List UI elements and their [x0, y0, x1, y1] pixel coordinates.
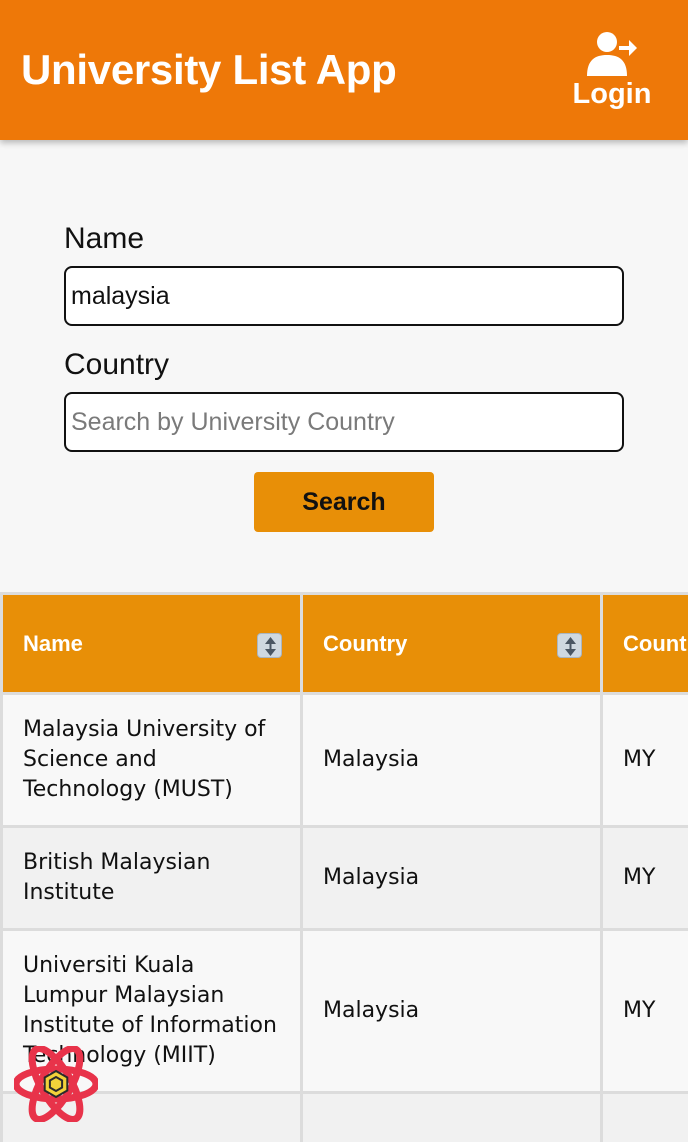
column-header-label: Country — [323, 630, 408, 656]
sort-up-down-icon[interactable] — [257, 633, 282, 658]
column-header-label: Name — [23, 630, 83, 656]
cell-university-name: Malaysia University of Science and Techn… — [0, 692, 303, 828]
app-header: University List App Login — [0, 0, 688, 140]
react-devtools-icon[interactable] — [14, 1046, 98, 1122]
table-row — [0, 1091, 688, 1142]
column-header-label: Country Code — [623, 630, 688, 656]
cell-country: Malaysia — [300, 825, 603, 931]
cell-country — [300, 1091, 603, 1142]
university-table: Name Country Count Malaysia University o… — [0, 592, 688, 1142]
table-row: Universiti Kuala Lumpur Malaysian Instit… — [0, 928, 688, 1094]
table-row: British Malaysian Institute Malaysia MY — [0, 825, 688, 931]
name-field-label: Name — [64, 222, 145, 255]
cell-university-name: British Malaysian Institute — [0, 825, 303, 931]
country-field-label: Country — [64, 348, 170, 381]
login-button[interactable]: Login — [566, 28, 658, 118]
cell-country-code — [600, 1091, 688, 1142]
name-search-input[interactable] — [64, 266, 624, 326]
column-header-country[interactable]: Country — [300, 592, 603, 695]
column-header-country-code[interactable]: Country Code — [600, 592, 688, 695]
column-header-name[interactable]: Name — [0, 592, 303, 695]
sort-up-down-icon[interactable] — [557, 633, 582, 658]
cell-country-code: MY — [600, 692, 688, 828]
country-search-input[interactable] — [64, 392, 624, 452]
cell-country: Malaysia — [300, 692, 603, 828]
search-button[interactable]: Search — [254, 472, 434, 532]
university-table-container[interactable]: Name Country Count Malaysia University o… — [0, 592, 688, 1142]
app-title: University List App — [21, 46, 397, 93]
cell-country-code: MY — [600, 825, 688, 931]
table-row: Malaysia University of Science and Techn… — [0, 692, 688, 828]
cell-country: Malaysia — [300, 928, 603, 1094]
cell-country-code: MY — [600, 928, 688, 1094]
user-logout-icon — [587, 32, 637, 76]
login-label: Login — [572, 78, 652, 110]
